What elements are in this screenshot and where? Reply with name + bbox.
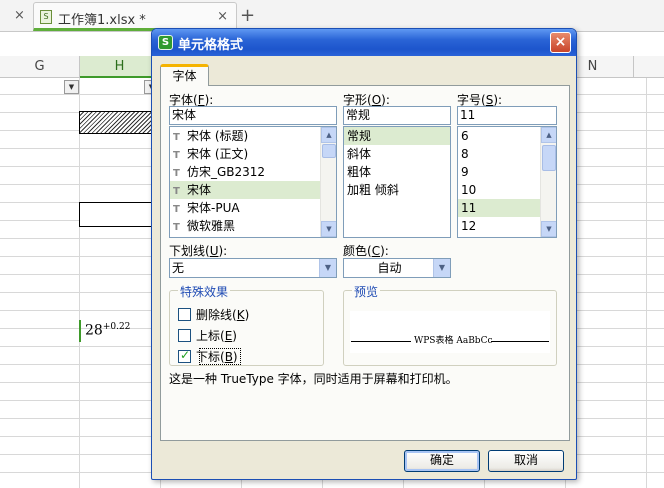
size-list-scrollbar[interactable]: ▲ ▼ <box>540 127 556 237</box>
list-item-label: 8 <box>461 147 469 161</box>
cell-text: 28+0.22 <box>85 322 131 339</box>
strikethrough-checkbox[interactable] <box>178 308 191 321</box>
dialog-title: 单元格格式 <box>178 38 244 53</box>
color-select[interactable]: 自动 ▼ <box>343 258 451 278</box>
column-header-g[interactable]: G <box>0 56 80 78</box>
scroll-down-icon[interactable]: ▼ <box>321 221 336 237</box>
font-list-scrollbar[interactable]: ▲ ▼ <box>320 127 336 237</box>
underline-label: 下划线(U): <box>169 244 228 258</box>
preview-legend: 预览 <box>352 283 381 300</box>
scroll-down-icon[interactable]: ▼ <box>541 221 556 237</box>
filter-row: ▼ ▼ <box>0 78 160 96</box>
list-item-label: 仿宋_GB2312 <box>187 165 266 179</box>
list-item-label: 6 <box>461 129 469 143</box>
underline-value: 无 <box>172 261 185 275</box>
list-item-label: 9 <box>461 165 469 179</box>
list-item[interactable]: T 宋体 (正文) <box>170 145 336 163</box>
hatched-cell[interactable] <box>79 111 155 134</box>
new-tab-icon[interactable]: + <box>240 5 255 26</box>
document-tab-close-icon[interactable]: × <box>217 9 228 24</box>
scroll-up-icon[interactable]: ▲ <box>321 127 336 143</box>
scroll-thumb[interactable] <box>542 145 556 171</box>
document-tab-label: 工作簿1.xlsx * <box>58 13 146 28</box>
list-item-label: 宋体-PUA <box>187 201 240 215</box>
list-item-label: 11 <box>461 201 477 215</box>
list-item[interactable]: T 宋体-PUA <box>170 199 336 217</box>
formatted-cell[interactable]: 28+0.22 <box>79 320 155 342</box>
list-item[interactable]: 加粗 倾斜 <box>344 181 450 199</box>
strikethrough-label[interactable]: 删除线(K) <box>196 306 249 323</box>
ok-button[interactable]: 确定 <box>404 450 480 472</box>
scroll-thumb[interactable] <box>322 144 336 158</box>
document-tab[interactable]: S 工作簿1.xlsx * × <box>33 2 237 31</box>
list-item-label: 宋体 <box>187 183 212 197</box>
list-item[interactable]: 粗体 <box>344 163 450 181</box>
wps-logo-icon: S <box>158 35 173 50</box>
superscript-checkbox[interactable] <box>178 329 191 342</box>
close-tab-icon[interactable]: × <box>14 8 25 23</box>
list-item[interactable]: T 宋体 <box>170 181 336 199</box>
style-list[interactable]: 常规斜体粗体加粗 倾斜 <box>343 126 451 238</box>
bordered-cell[interactable] <box>79 202 155 227</box>
color-value: 自动 <box>377 261 402 275</box>
spreadsheet-file-icon: S <box>40 10 52 24</box>
dialog-titlebar[interactable]: S 单元格格式 × <box>152 29 576 56</box>
list-item-label: 常规 <box>347 129 372 143</box>
preview-line <box>351 341 411 342</box>
chevron-down-icon[interactable]: ▼ <box>319 259 336 277</box>
subscript-checkbox[interactable] <box>178 348 191 363</box>
preview-area: WPS表格 AaBbCc <box>350 311 550 353</box>
list-item[interactable]: T 仿宋_GB2312 <box>170 163 336 181</box>
color-label: 颜色(C): <box>343 244 389 258</box>
effects-legend: 特殊效果 <box>178 283 231 300</box>
font-tab-panel: 字体(F): 宋体 T 宋体 (标题) T 宋体 (正文) T 仿宋_GB2312 T 宋体 T… <box>160 85 570 441</box>
size-input[interactable]: 11 <box>457 106 557 125</box>
list-item-label: 10 <box>461 183 477 197</box>
list-item-label: 粗体 <box>347 165 372 179</box>
cell-superscript: +0.22 <box>102 322 131 332</box>
size-list[interactable]: 6 8 9 10 11 12 ▲ ▼ <box>457 126 557 238</box>
close-button[interactable]: × <box>550 32 571 53</box>
preview-line <box>491 341 549 342</box>
list-item-label: 宋体 (正文) <box>187 147 249 161</box>
superscript-label[interactable]: 上标(E) <box>196 327 237 344</box>
list-item[interactable]: 斜体 <box>344 145 450 163</box>
effects-group: 特殊效果 删除线(K) 上标(E) 下标(B) <box>169 283 324 366</box>
preview-sample-text: WPS表格 AaBbCc <box>414 336 493 346</box>
watermark <box>494 410 664 488</box>
list-item-label: 宋体 (标题) <box>187 129 249 143</box>
truetype-font-icon: T <box>173 222 180 233</box>
focus-rectangle <box>199 348 241 365</box>
chevron-down-icon[interactable]: ▼ <box>433 259 450 277</box>
style-input[interactable]: 常规 <box>343 106 451 125</box>
font-list[interactable]: T 宋体 (标题) T 宋体 (正文) T 仿宋_GB2312 T 宋体 T 宋体-PUA T 微软雅… <box>169 126 337 238</box>
list-item[interactable]: T 微软雅黑 <box>170 217 336 235</box>
list-item-label: 加粗 倾斜 <box>347 183 399 197</box>
scroll-up-icon[interactable]: ▲ <box>541 127 556 143</box>
list-item-label: 12 <box>461 219 477 233</box>
underline-select[interactable]: 无 ▼ <box>169 258 337 278</box>
list-item[interactable]: T 宋体 (标题) <box>170 127 336 145</box>
preview-group: 预览 WPS表格 AaBbCc <box>343 283 557 366</box>
list-item[interactable]: 常规 <box>344 127 450 145</box>
filter-dropdown-icon[interactable]: ▼ <box>64 80 79 94</box>
font-input[interactable]: 宋体 <box>169 106 337 125</box>
list-item-label: 斜体 <box>347 147 372 161</box>
font-info-text: 这是一种 TrueType 字体，同时适用于屏幕和打印机。 <box>169 372 458 386</box>
column-header-h[interactable]: H <box>80 56 160 78</box>
list-item-label: 微软雅黑 <box>187 219 236 233</box>
tab-font[interactable]: 字体 <box>160 64 209 86</box>
